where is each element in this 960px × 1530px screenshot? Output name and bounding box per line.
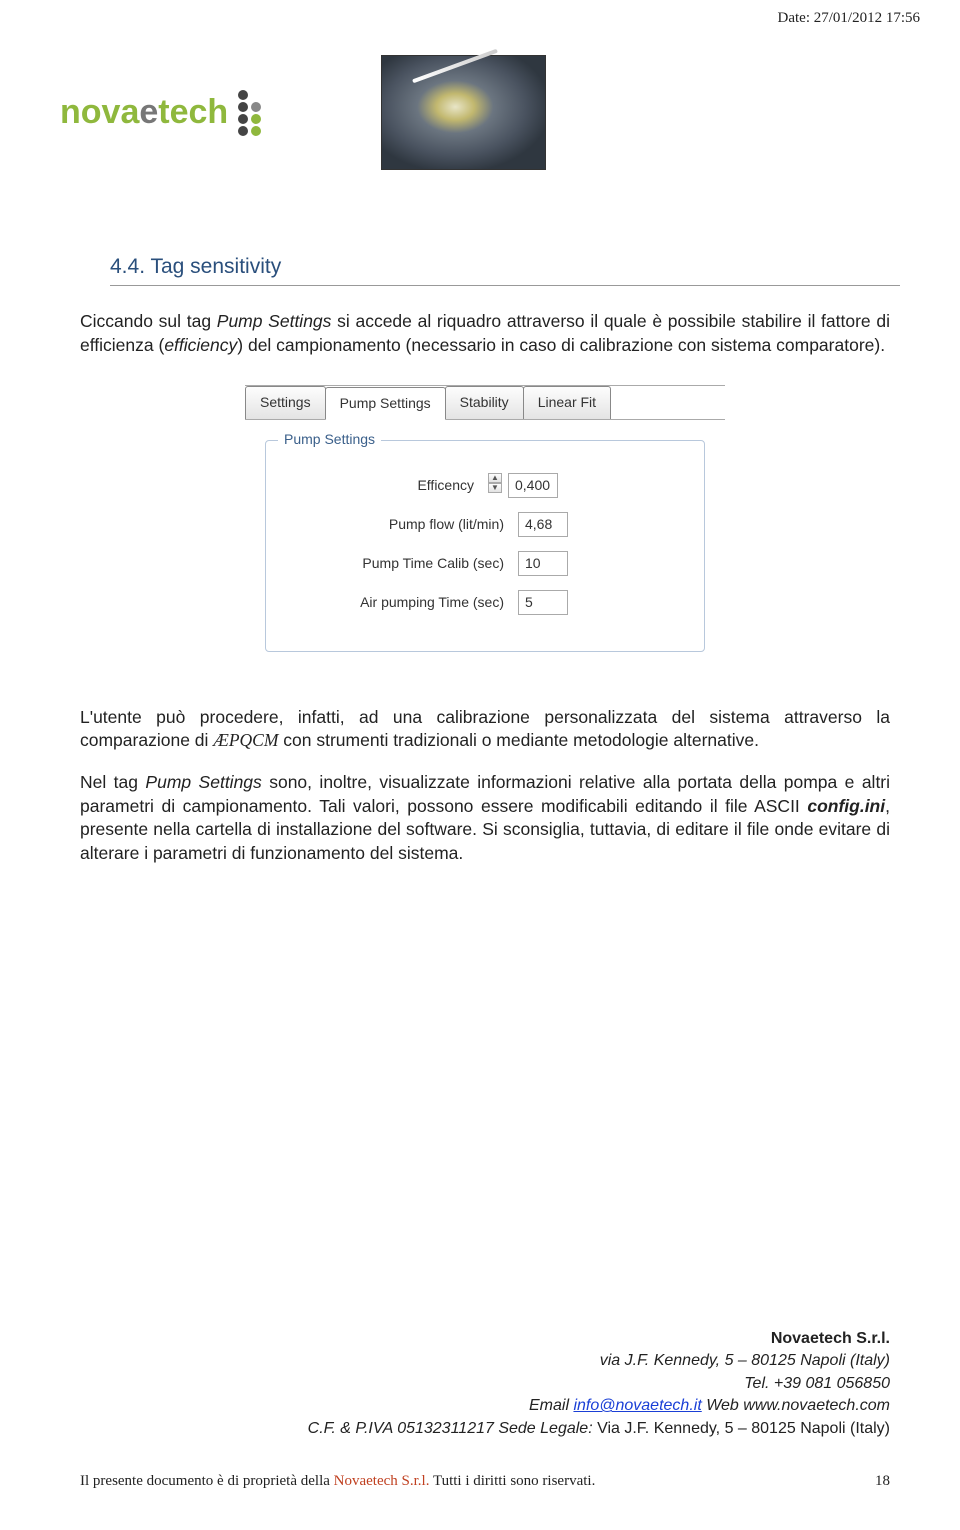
fiscal-label: C.F. & P.IVA 05132311217 Sede Legale: <box>308 1420 597 1437</box>
body-content: Ciccando sul tag Pump Settings si accede… <box>80 310 890 883</box>
label-pump-flow: Pump flow (lit/min) <box>288 515 518 534</box>
tab-row: Settings Pump Settings Stability Linear … <box>245 386 725 420</box>
bottom-bar: Il presente documento è di proprietà del… <box>80 1473 890 1490</box>
pump-settings-fieldset: Pump Settings Efficency ▲▼ 0,400 Pump fl… <box>265 440 705 652</box>
config-file: config.ini <box>807 796 885 816</box>
logo-part-e: e <box>139 93 158 131</box>
row-air-pumping-time: Air pumping Time (sec) 5 <box>288 590 682 615</box>
page-header: novaetech <box>60 55 546 170</box>
row-efficiency: Efficency ▲▼ 0,400 <box>288 473 682 498</box>
novaetech-logo: novaetech <box>60 90 261 136</box>
text: Ciccando sul tag <box>80 311 217 331</box>
term-pump-settings: Pump Settings <box>217 311 332 331</box>
efficiency-spinner[interactable]: ▲▼ <box>488 473 502 498</box>
pump-flow-input[interactable]: 4,68 <box>518 512 568 537</box>
product-photo <box>381 55 546 170</box>
row-pump-flow: Pump flow (lit/min) 4,68 <box>288 512 682 537</box>
pump-time-calib-input[interactable]: 10 <box>518 551 568 576</box>
text: con strumenti tradizionali o mediante me… <box>278 730 759 750</box>
tab-linear-fit[interactable]: Linear Fit <box>523 386 611 419</box>
label-pump-time-calib: Pump Time Calib (sec) <box>288 554 518 573</box>
paragraph-1: Ciccando sul tag Pump Settings si accede… <box>80 310 890 357</box>
company-name-red: Novaetech S.r.l. <box>334 1473 430 1489</box>
logo-part-nova: nova <box>60 93 139 131</box>
company-address: via J.F. Kennedy, 5 – 80125 Napoli (Ital… <box>308 1350 890 1372</box>
company-footer: Novaetech S.r.l. via J.F. Kennedy, 5 – 8… <box>308 1328 890 1440</box>
tab-settings[interactable]: Settings <box>245 386 326 419</box>
logo-part-tech: tech <box>158 93 228 131</box>
text: Tutti i diritti sono riservati. <box>429 1473 595 1489</box>
term-efficiency: efficiency <box>164 335 237 355</box>
tab-stability[interactable]: Stability <box>445 386 524 419</box>
email-link[interactable]: info@novaetech.it <box>573 1397 701 1414</box>
rights-statement: Il presente documento è di proprietà del… <box>80 1473 595 1490</box>
fieldset-legend: Pump Settings <box>278 430 381 449</box>
company-name: Novaetech S.r.l. <box>771 1330 890 1347</box>
logo-dots-icon <box>234 90 261 136</box>
fiscal-address: Via J.F. Kennedy, 5 – 80125 Napoli (Ital… <box>597 1420 890 1437</box>
section-heading: 4.4. Tag sensitivity <box>110 255 900 286</box>
paragraph-3: Nel tag Pump Settings sono, inoltre, vis… <box>80 771 890 866</box>
label-air-pumping-time: Air pumping Time (sec) <box>288 593 518 612</box>
paragraph-2: L'utente può procedere, infatti, ad una … <box>80 706 890 753</box>
text: Nel tag <box>80 772 145 792</box>
air-pumping-time-input[interactable]: 5 <box>518 590 568 615</box>
tab-pump-settings[interactable]: Pump Settings <box>325 387 446 420</box>
row-pump-time-calib: Pump Time Calib (sec) 10 <box>288 551 682 576</box>
label-efficiency: Efficency <box>288 476 488 495</box>
text: Il presente documento è di proprietà del… <box>80 1473 334 1489</box>
email-label: Email <box>529 1397 573 1414</box>
pump-settings-panel: Settings Pump Settings Stability Linear … <box>245 385 725 671</box>
web-url: www.novaetech.com <box>743 1397 890 1414</box>
page-number: 18 <box>875 1473 890 1490</box>
web-label: Web <box>702 1397 744 1414</box>
company-tel: Tel. +39 081 056850 <box>308 1373 890 1395</box>
term-pump-settings: Pump Settings <box>145 772 261 792</box>
text: ) del campionamento (necessario in caso … <box>237 335 885 355</box>
document-date: Date: 27/01/2012 17:56 <box>778 10 921 27</box>
app-name: ÆPQCM <box>213 730 278 750</box>
efficiency-input[interactable]: 0,400 <box>508 473 558 498</box>
